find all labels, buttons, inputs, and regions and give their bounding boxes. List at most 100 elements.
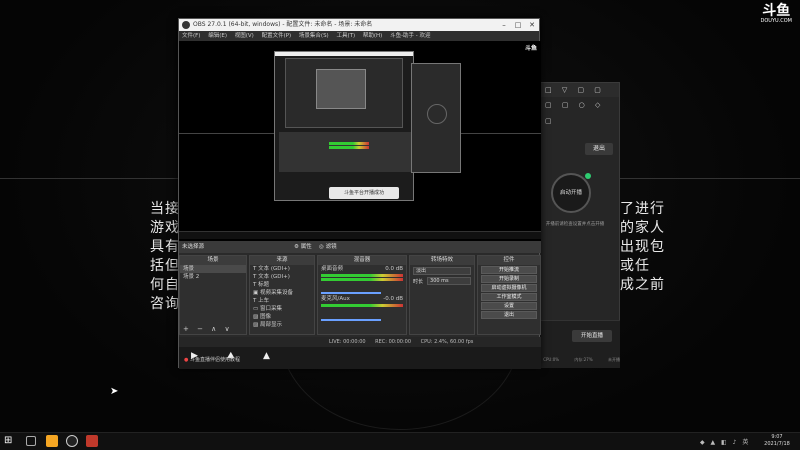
source-item[interactable]: ▣ 视频采集设备 [250,289,314,297]
controls-title: 控件 [478,256,540,265]
start-streaming-button[interactable]: 开始推流 [481,266,537,274]
cursor-icon: ➤ [110,386,119,397]
mixer-channel-2: 麦克风/Aux [321,296,350,302]
menu-douyu[interactable]: 斗鱼-助手 - 欢迎 [390,33,430,39]
notice-icon: ● [184,357,189,363]
obs-title: OBS 27.0.1 (64-bit, windows) - 配置文件: 未命名… [193,21,373,28]
obs-preview[interactable]: 斗鱼 斗鱼平台开播成功 [179,41,541,241]
obs-titlebar: OBS 27.0.1 (64-bit, windows) - 配置文件: 未命名… [179,19,539,31]
start-icon[interactable]: ⊞ [4,435,16,447]
nested-side-panel [411,63,461,173]
nested-obs-capture [274,51,414,201]
clock[interactable]: 9:07 2021/7/18 [758,434,796,448]
sources-dock: 来源 T 文本 (GDI+) T 文本 (GDI+) T 标题 ▣ 视频采集设备… [249,255,315,335]
properties-button[interactable]: ⚙ 属性 [294,241,312,253]
transition-select[interactable]: 淡出 [413,267,471,275]
footer-theme-icon[interactable]: ▲ [263,351,270,361]
tutorial-notice[interactable]: ● 斗鱼直播伴侣使用教程 [184,356,240,363]
obs-window: OBS 27.0.1 (64-bit, windows) - 配置文件: 未命名… [178,18,541,369]
live-time: LIVE: 00:00:00 [329,339,366,345]
settings-button[interactable]: 设置 [481,302,537,310]
desktop: 当接 游戏 具有 括但 何自 咨询 了进行 的家人 出现包 或任 成之前 斗鱼 … [0,0,800,450]
source-item[interactable]: T 上车 [250,297,314,305]
mixer-dock: 混音器 桌面音频 0.0 dB 麦克风/Aux -0.0 dB [317,255,407,335]
close-icon[interactable]: ✕ [525,19,539,31]
obs-taskbar-icon[interactable] [66,435,78,447]
watermark-logo: 斗鱼 [762,3,791,19]
studio-mode-button[interactable]: 工作室模式 [481,293,537,301]
nested-toast: 斗鱼平台开播成功 [329,187,399,199]
windows-taskbar: ⊞ ◆ ▲ ◧ ♪ 英 9:07 2021/7/18 [0,432,800,450]
bg-text-left: 当接 游戏 具有 括但 何自 咨询 [150,201,180,312]
obs-statusbar: LIVE: 00:00:00 REC: 00:00:00 CPU: 2.4%, … [179,337,541,347]
mixer-channel-1-db: 0.0 dB [385,266,403,272]
source-item[interactable]: ▭ 窗口采集 [250,305,314,313]
stat-mem: 内存:27% [574,357,593,362]
scene-item[interactable]: 场景 [180,265,246,273]
obs-menubar: 文件(F) 编辑(E) 视图(V) 配置文件(P) 场景集合(S) 工具(T) … [179,31,539,41]
douyu-taskbar-icon[interactable] [86,435,98,447]
bg-text-right: 了进行 的家人 出现包 或任 成之前 [620,201,665,293]
no-source-label: 未选择源 [182,244,205,250]
nested-taskbar [179,231,541,239]
minimize-icon[interactable]: – [497,19,511,31]
clock-date: 2021/7/18 [764,441,790,447]
mixer-channel-1: 桌面音频 [321,266,344,272]
clock-time: 9:07 [771,434,783,440]
status-dot [585,173,591,179]
watermark-sub: DOUYU.COM [760,18,793,24]
sources-title: 来源 [250,256,314,265]
mixer-meter-2 [321,304,403,307]
transitions-dock: 转场特效 淡出 时长 300 ms [409,255,475,335]
duration-label: 时长 [413,278,424,285]
scene-controls[interactable]: + − ∧ ∨ [183,325,233,333]
source-item[interactable]: T 文本 (GDI+) [250,273,314,281]
exit-button[interactable]: 退出 [481,311,537,319]
volume-slider-2[interactable] [321,319,381,321]
menu-profile[interactable]: 配置文件(P) [262,33,292,39]
obs-logo-icon [182,21,190,29]
douyu-watermark: 斗鱼 DOUYU.COM [761,4,793,24]
start-live-circle-button[interactable]: 启动开播 [551,173,591,213]
source-item[interactable]: ▨ 图像 [250,313,314,321]
mixer-title: 混音器 [318,256,406,265]
scenes-title: 场景 [180,256,246,265]
panel-hint: 开播前请检查设置并点击开播 [545,222,605,227]
menu-file[interactable]: 文件(F) [182,33,200,39]
stat-cpu: CPU:0% [543,357,560,362]
mixer-meter-1b [321,278,403,281]
maximize-icon[interactable]: □ [511,19,525,31]
panel-exit-button[interactable]: 退出 [585,143,613,155]
panel-toolbar-icons: □ ▽ ▢ ▢ [541,83,619,97]
controls-dock: 控件 开始推流 开始录制 启动虚拟摄像机 工作室模式 设置 退出 [477,255,541,335]
task-view-icon[interactable] [26,436,36,446]
stat-status: 未开播 [607,357,620,362]
tray-icons[interactable]: ◆ ▲ ◧ ♪ 英 [700,437,750,446]
transitions-title: 转场特效 [410,256,474,265]
mixer-meter-1 [321,274,403,277]
menu-tools[interactable]: 工具(T) [336,33,355,39]
scene-item[interactable]: 场景 2 [180,273,246,281]
filters-button[interactable]: ◎ 滤镜 [319,241,337,253]
nested-preview [285,58,403,128]
menu-edit[interactable]: 编辑(E) [208,33,227,39]
scenes-dock: 场景 场景 场景 2 + − ∧ ∨ [179,255,247,335]
menu-view[interactable]: 视图(V) [235,33,254,39]
mixer-channel-2-db: -0.0 dB [383,296,403,302]
volume-slider-1[interactable] [321,292,381,294]
start-recording-button[interactable]: 开始录制 [481,275,537,283]
duration-input[interactable]: 300 ms [427,277,471,285]
virtual-camera-button[interactable]: 启动虚拟摄像机 [481,284,537,292]
panel-toolbar-icons-2: ▢ ▢ ○ ◇ ▢ [545,101,605,125]
rec-time: REC: 00:00:00 [375,339,412,345]
cpu-fps: CPU: 2.4%, 60.00 fps [420,339,474,345]
source-item[interactable]: T 文本 (GDI+) [250,265,314,273]
menu-help[interactable]: 帮助(H) [363,33,382,39]
start-live-button[interactable]: 开始直播 [572,330,612,342]
menu-scene-collection[interactable]: 场景集合(S) [299,33,329,39]
source-toolbar: 未选择源 ⚙ 属性 ◎ 滤镜 [179,241,541,253]
explorer-icon[interactable] [46,435,58,447]
preview-badge: 斗鱼 [524,45,537,52]
source-item[interactable]: ▨ 局部显示 [250,321,314,329]
source-item[interactable]: T 标题 [250,281,314,289]
